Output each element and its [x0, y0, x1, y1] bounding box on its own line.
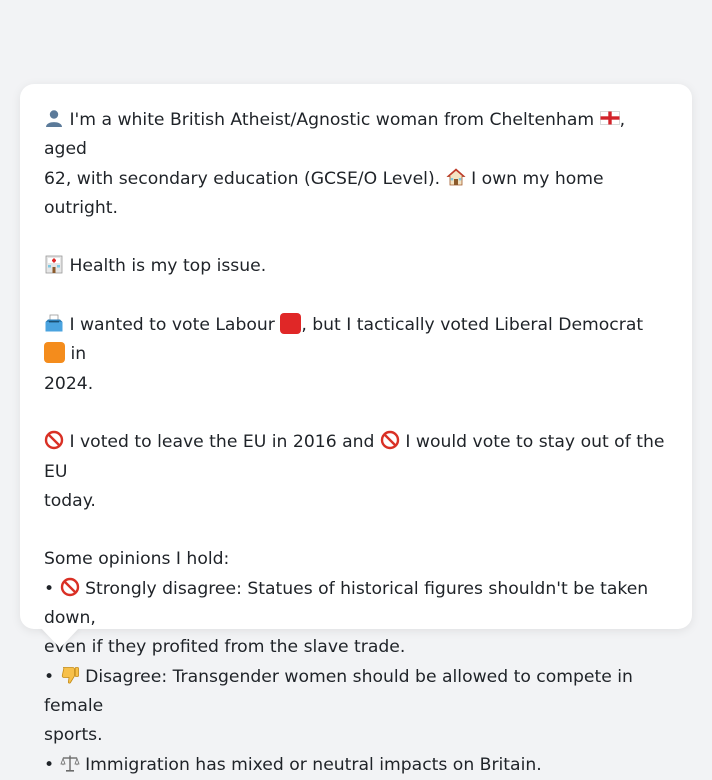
balance-scale-icon: [60, 755, 80, 772]
opinions-paragraph: Some opinions I hold: • Strongly disagre…: [44, 545, 668, 779]
prohibited-icon: [380, 431, 400, 450]
thumbs-down-icon: [61, 666, 79, 684]
intro-text-2: 62, with secondary education (GCSE/O Lev…: [44, 168, 441, 189]
message-bubble: I'm a white British Atheist/Agnostic wom…: [20, 84, 692, 775]
intro-line: I'm a white British Atheist/Agnostic wom…: [44, 106, 668, 165]
eu-text-a: I voted to leave the EU in 2016 and: [69, 432, 375, 453]
intro-text-1: I'm a white British Atheist/Agnostic wom…: [69, 110, 595, 130]
bullet: •: [44, 754, 55, 775]
bust-in-silhouette-icon: [46, 110, 62, 127]
opinion-item-cont: even if they profited from the slave tra…: [44, 637, 406, 658]
opinion-text: Strongly disagree: Statues of historical…: [44, 578, 649, 629]
opinion-text: Disagree: Transgender women should be al…: [44, 666, 633, 716]
england-flag-icon: [599, 111, 620, 125]
vote-line: I wanted to vote Labour , but I tactical…: [44, 311, 668, 370]
health-paragraph: Health is my top issue.: [44, 252, 668, 281]
intro-paragraph: I'm a white British Atheist/Agnostic wom…: [44, 106, 668, 223]
bullet: •: [44, 578, 55, 599]
prohibited-icon: [60, 577, 79, 596]
bubble-tail: [40, 627, 80, 648]
intro-line: 62, with secondary education (GCSE/O Lev…: [44, 165, 668, 224]
ballot-box-icon: [45, 314, 63, 332]
red-square-icon: [280, 313, 302, 335]
vote-text-d: 2024.: [44, 373, 94, 394]
opinion-text: Immigration has mixed or neutral impacts…: [85, 754, 542, 775]
vote-text-a: I wanted to vote Labour: [69, 315, 275, 336]
bullet: •: [44, 666, 55, 687]
opinion-item: • Strongly disagree: Statues of historic…: [44, 575, 668, 634]
opinion-item: • Immigration has mixed or neutral impac…: [44, 751, 668, 780]
hospital-icon: [45, 256, 63, 274]
orange-square-icon: [44, 342, 65, 364]
health-text: Health is my top issue.: [69, 256, 267, 277]
opinion-item-cont: sports.: [44, 725, 103, 746]
health-line: Health is my top issue.: [44, 252, 668, 281]
opinions-heading: Some opinions I hold:: [44, 549, 230, 570]
eu-paragraph: I voted to leave the EU in 2016 and I wo…: [44, 428, 668, 516]
prohibited-icon: [44, 431, 64, 450]
vote-text-b: , but I tactically voted Liberal Democra…: [301, 315, 644, 336]
opinion-item: • Disagree: Transgender women should be …: [44, 663, 668, 722]
vote-line: 2024.: [44, 370, 668, 399]
house-icon: [446, 168, 466, 185]
vote-paragraph: I wanted to vote Labour , but I tactical…: [44, 311, 668, 399]
vote-text-c: in: [70, 344, 87, 365]
eu-line: today.: [44, 487, 668, 516]
eu-line: I voted to leave the EU in 2016 and I wo…: [44, 428, 668, 487]
eu-text-c: today.: [44, 490, 96, 511]
